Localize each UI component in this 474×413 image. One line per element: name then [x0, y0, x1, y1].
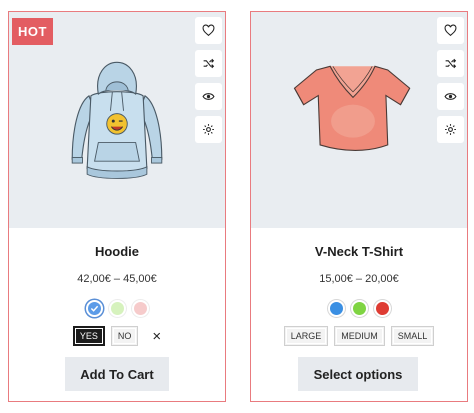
color-swatch-red[interactable] [373, 300, 391, 317]
heart-icon [444, 24, 457, 37]
eye-icon [444, 93, 457, 100]
color-swatch-pink[interactable] [131, 300, 149, 317]
gear-icon [203, 124, 214, 135]
hot-badge: HOT [12, 18, 53, 45]
hoodie-image[interactable] [61, 56, 173, 188]
option-medium[interactable]: MEDIUM [334, 326, 385, 346]
settings-button[interactable] [195, 116, 222, 143]
product-title[interactable]: V-Neck T-Shirt [251, 244, 467, 259]
option-large[interactable]: LARGE [283, 326, 329, 346]
color-swatch-blue[interactable] [327, 300, 345, 317]
tshirt-image[interactable] [289, 56, 417, 168]
quick-actions [195, 17, 222, 143]
option-small[interactable]: SMALL [390, 326, 435, 346]
select-options-button[interactable]: Select options [298, 357, 418, 391]
compare-button[interactable] [195, 50, 222, 77]
color-swatch-green[interactable] [350, 300, 368, 317]
quick-actions [437, 17, 464, 143]
product-card-vneck: V-Neck T-Shirt 15,00€ – 20,00€ LARGE MED… [250, 11, 468, 402]
product-image-area[interactable]: HOT [9, 12, 225, 228]
compare-button[interactable] [437, 50, 464, 77]
product-title[interactable]: Hoodie [9, 244, 225, 259]
shuffle-icon [445, 58, 457, 69]
product-price: 42,00€ – 45,00€ [77, 273, 157, 285]
color-swatch-green[interactable] [108, 300, 126, 317]
add-to-cart-button[interactable]: Add To Cart [65, 357, 169, 391]
color-swatches [9, 300, 225, 317]
wishlist-button[interactable] [195, 17, 222, 44]
shuffle-icon [203, 58, 215, 69]
wishlist-button[interactable] [437, 17, 464, 44]
gear-icon [445, 124, 456, 135]
quick-view-button[interactable] [195, 83, 222, 110]
heart-icon [202, 24, 215, 37]
attribute-options: YES NO × [9, 326, 225, 346]
product-card-hoodie: HOT Hoodie 42,00€ – 45,00€ YES NO × Add … [8, 11, 226, 402]
size-options: LARGE MEDIUM SMALL [251, 326, 467, 346]
quick-view-button[interactable] [437, 83, 464, 110]
option-no[interactable]: NO [110, 326, 139, 346]
clear-selection-icon[interactable]: × [152, 329, 161, 344]
check-icon [90, 305, 98, 312]
option-yes[interactable]: YES [72, 326, 105, 346]
product-image-area[interactable] [251, 12, 467, 228]
color-swatches [251, 300, 467, 317]
product-price: 15,00€ – 20,00€ [319, 273, 399, 285]
color-swatch-blue[interactable] [85, 300, 103, 317]
eye-icon [202, 93, 215, 100]
settings-button[interactable] [437, 116, 464, 143]
